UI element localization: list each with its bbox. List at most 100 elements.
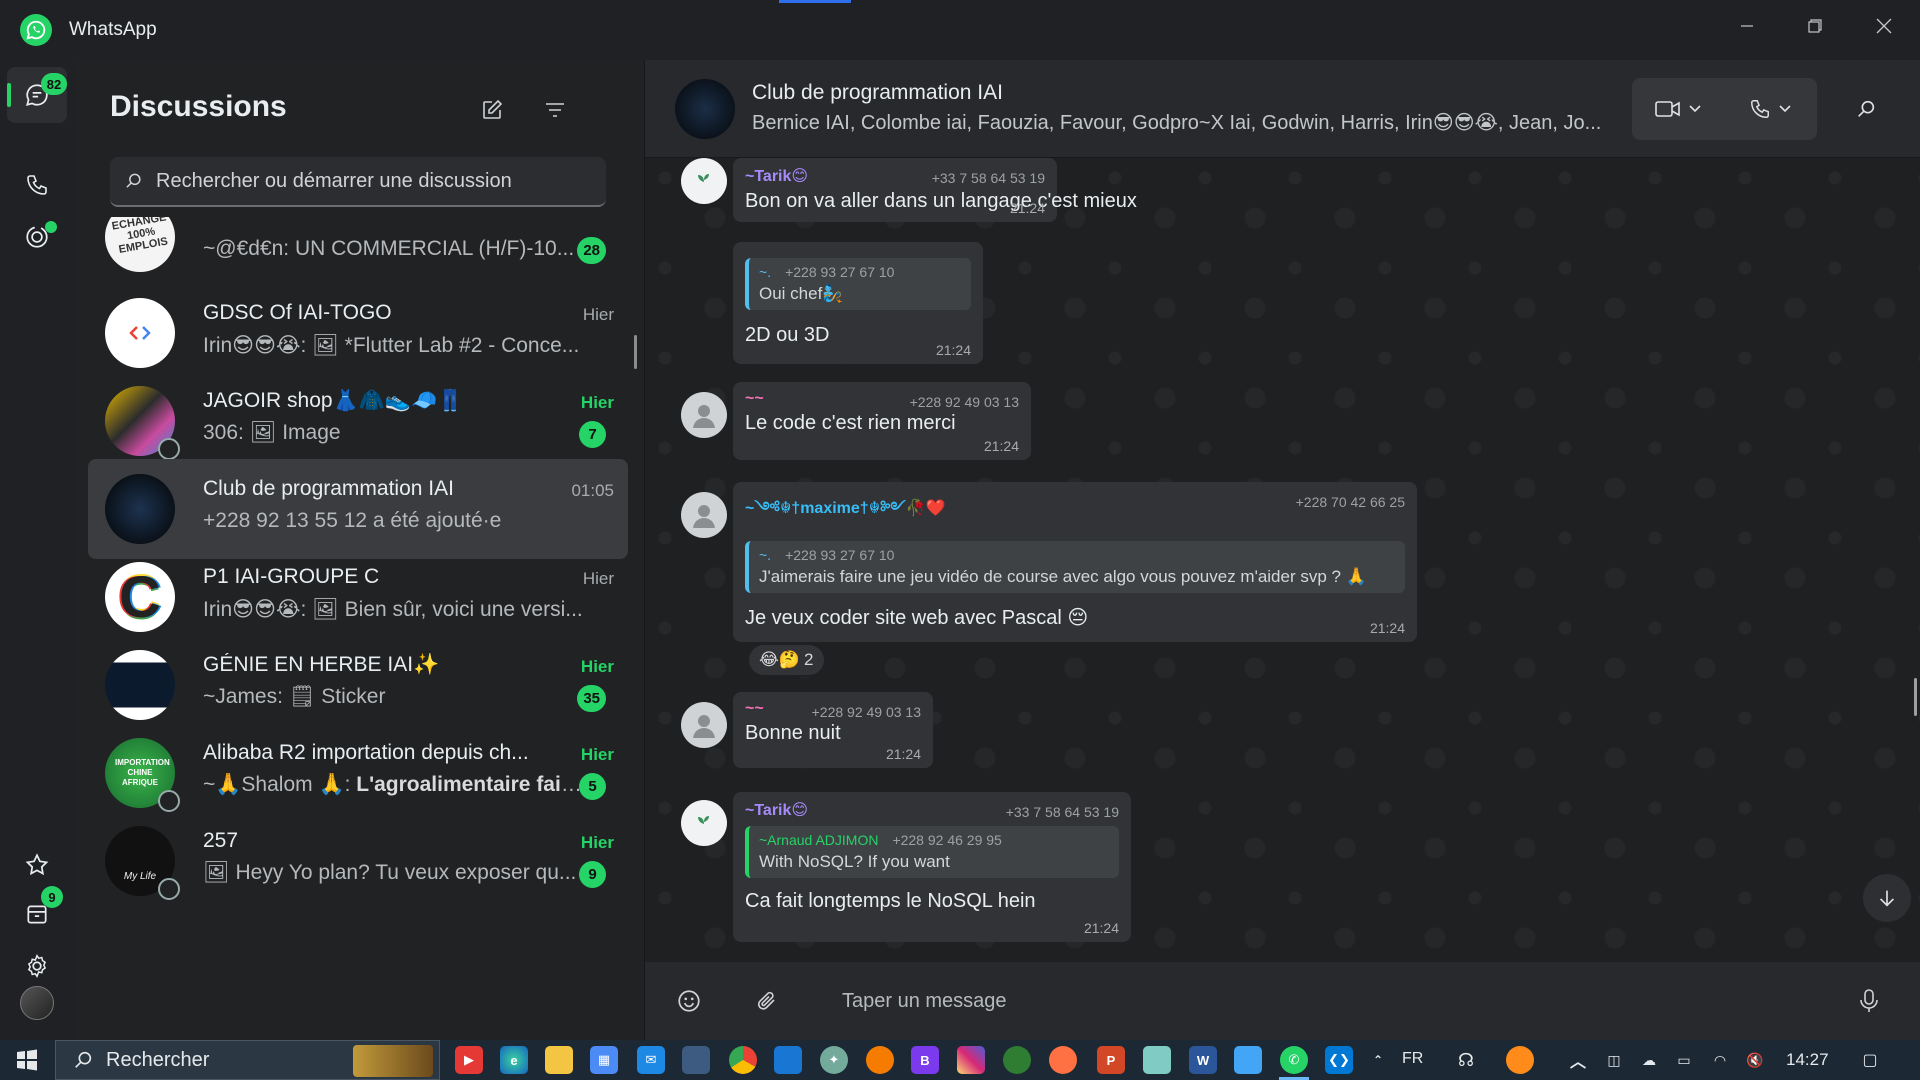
- close-window-button[interactable]: [1850, 0, 1918, 52]
- wifi-icon[interactable]: ◠: [1706, 1046, 1734, 1074]
- restore-button[interactable]: [1781, 0, 1849, 52]
- message-bubble[interactable]: ~~ +228 92 49 03 13 Bonne nuit 21:24: [733, 692, 933, 768]
- battery-icon[interactable]: ▭: [1670, 1046, 1698, 1074]
- conversation-header[interactable]: Club de programmation IAI Bernice IAI, C…: [645, 60, 1920, 158]
- rail-profile-button[interactable]: [7, 975, 67, 1031]
- sender-avatar[interactable]: [681, 492, 727, 538]
- chat-name: GÉNIE EN HERBE IAI✨: [203, 653, 440, 676]
- quoted-message[interactable]: ~. +228 93 27 67 10 J'aimerais faire une …: [745, 541, 1405, 593]
- search-messages-button[interactable]: [1841, 84, 1891, 134]
- message-bubble[interactable]: ~༺☬†maxime†☬༻🥀❤️ +228 70 42 66 25 ~. +228…: [733, 482, 1417, 642]
- youtube-app-icon[interactable]: ▶: [455, 1046, 483, 1074]
- conversation-members[interactable]: Bernice IAI, Colombe iai, Faouzia, Favou…: [752, 110, 1622, 135]
- chat-row-commercial[interactable]: ECHANGE 100% EMPLOIS ~@€d€n: UN COMMERCI…: [88, 217, 628, 287]
- chat-row-genie-en-herbe[interactable]: GÉNIE EN HERBE IAI✨ Hier ~James: 🗒 Stick…: [88, 635, 628, 735]
- file-explorer-app-icon[interactable]: [545, 1046, 573, 1074]
- voice-message-button[interactable]: [1847, 979, 1891, 1023]
- new-chat-button[interactable]: [468, 86, 516, 134]
- chat-list-scrollbar[interactable]: [634, 335, 637, 369]
- rail-calls-button[interactable]: [7, 157, 67, 213]
- chat-row-club-programmation[interactable]: Club de programmation IAI 01:05 +228 92 …: [88, 459, 628, 559]
- app-icon[interactable]: B: [911, 1046, 939, 1074]
- chat-row-jagoir[interactable]: JAGOIR shop👗🧥👟🧢👖 Hier 306: 🖼 Image 7: [88, 371, 628, 471]
- sender-avatar[interactable]: [681, 158, 727, 204]
- whatsapp-logo-icon: [20, 14, 52, 46]
- chat-preview: ~🙏Shalom 🙏: L'agroalimentaire fait...: [203, 773, 583, 797]
- chat-search-input[interactable]: [156, 169, 596, 193]
- camera-tray-icon[interactable]: ◫: [1600, 1046, 1628, 1074]
- app-icon[interactable]: [1049, 1046, 1077, 1074]
- sender-avatar[interactable]: [681, 392, 727, 438]
- quoted-message[interactable]: ~Arnaud ADJIMON +228 92 46 29 95 With NoS…: [745, 826, 1119, 878]
- message-bubble[interactable]: ~. +228 93 27 67 10 Oui chef🧞 2D ou 3D 21…: [733, 242, 983, 364]
- app-icon[interactable]: [1143, 1046, 1171, 1074]
- rail-starred-button[interactable]: [7, 837, 67, 893]
- instagram-app-icon[interactable]: [957, 1046, 985, 1074]
- store-app-icon[interactable]: ▦: [590, 1046, 618, 1074]
- taskbar-scroll-buttons[interactable]: ⌃: [1368, 1046, 1388, 1074]
- cloud-tray-icon[interactable]: ☁: [1635, 1046, 1663, 1074]
- chat-search-box[interactable]: [110, 157, 606, 207]
- chat-time: Hier: [580, 833, 614, 852]
- app-icon[interactable]: [682, 1046, 710, 1074]
- taskbar-clock[interactable]: 14:27: [1786, 1050, 1829, 1070]
- minimize-button[interactable]: [1713, 0, 1781, 52]
- emoji-button[interactable]: [667, 979, 711, 1023]
- message-bubble[interactable]: ~Tarik😊 +33 7 58 64 53 19 Bon on va alle…: [733, 158, 1137, 222]
- mail-app-icon[interactable]: ✉: [637, 1046, 665, 1074]
- word-app-icon[interactable]: W: [1189, 1046, 1217, 1074]
- chat-avatar: [105, 474, 175, 544]
- rail-archived-button[interactable]: 9: [7, 886, 67, 942]
- plant-avatar-icon: [698, 174, 709, 190]
- group-avatar[interactable]: [675, 79, 735, 139]
- app-icon[interactable]: [1506, 1046, 1534, 1074]
- default-user-icon: [693, 505, 715, 528]
- chrome-app-icon[interactable]: [729, 1046, 757, 1074]
- sender-avatar[interactable]: [681, 702, 727, 748]
- message-reactions[interactable]: 😂🤔 2: [747, 643, 826, 677]
- quoted-sender: ~. +228 93 27 67 10: [759, 264, 961, 280]
- conversation-title[interactable]: Club de programmation IAI: [752, 81, 1003, 105]
- message-bubble[interactable]: ~~ +228 92 49 03 13 Le code c'est rien m…: [733, 382, 1031, 460]
- chat-row-257[interactable]: My Life 257 Hier 🖼 Heyy Yo plan? Tu veux…: [88, 811, 628, 911]
- message-input[interactable]: [842, 984, 1662, 1018]
- notification-center-icon[interactable]: ▢: [1856, 1046, 1884, 1074]
- preview-text: L'agroalimentaire fait...: [356, 773, 583, 796]
- chat-row-alibaba[interactable]: IMPORTATION CHINE AFRIQUE Alibaba R2 imp…: [88, 723, 628, 823]
- powerpoint-app-icon[interactable]: P: [1097, 1046, 1125, 1074]
- whatsapp-taskbar-icon[interactable]: ✆: [1280, 1046, 1308, 1074]
- app-icon[interactable]: [1234, 1046, 1262, 1074]
- attach-button[interactable]: [745, 979, 789, 1023]
- app-icon[interactable]: [774, 1046, 802, 1074]
- rail-chats-button[interactable]: 82: [7, 67, 67, 123]
- message-scrollbar[interactable]: [1914, 678, 1917, 716]
- rail-status-button[interactable]: [7, 209, 67, 265]
- scroll-to-bottom-button[interactable]: [1863, 874, 1911, 922]
- people-icon[interactable]: ☊: [1452, 1046, 1480, 1074]
- search-icon: [126, 173, 141, 188]
- chat-preview: ~@€d€n: UN COMMERCIAL (H/F)-10...: [203, 237, 575, 260]
- input-language[interactable]: FR: [1402, 1050, 1423, 1068]
- default-user-icon: [693, 405, 715, 428]
- chatgpt-app-icon[interactable]: ✦: [820, 1046, 848, 1074]
- brave-app-icon[interactable]: [866, 1046, 894, 1074]
- edge-app-icon[interactable]: e: [500, 1046, 528, 1074]
- vscode-app-icon[interactable]: ❮❯: [1325, 1046, 1353, 1074]
- chevron-up-icon[interactable]: ︿: [1564, 1046, 1592, 1074]
- unread-badge: 5: [579, 773, 606, 800]
- volume-muted-icon[interactable]: 🔇: [1741, 1046, 1769, 1074]
- chat-row-p1-iai-groupe-c[interactable]: C P1 IAI-GROUPE C Hier Irin😎😎😭: 🖼 Bien s…: [88, 547, 628, 647]
- video-call-button[interactable]: [1632, 78, 1724, 140]
- voice-call-button[interactable]: [1724, 78, 1816, 140]
- chat-row-gdsc[interactable]: GDSC Of IAI-TOGO Hier Irin😎😎😭: 🖼 *Flutte…: [88, 283, 628, 383]
- start-button[interactable]: [13, 1046, 41, 1074]
- message-bubble[interactable]: ~Tarik😊 +33 7 58 64 53 19 ~Arnaud ADJIMO…: [733, 792, 1131, 942]
- taskbar-search[interactable]: Rechercher: [55, 1040, 440, 1080]
- chat-name: GDSC Of IAI-TOGO: [203, 301, 392, 324]
- app-icon[interactable]: [1003, 1046, 1031, 1074]
- avatar-logo-text: IMPORTATION CHINE AFRIQUE: [115, 758, 170, 787]
- sender-avatar[interactable]: [681, 800, 727, 846]
- filter-button[interactable]: [531, 86, 579, 134]
- quoted-message[interactable]: ~. +228 93 27 67 10 Oui chef🧞: [745, 258, 971, 310]
- emoji-icon: [678, 990, 700, 1012]
